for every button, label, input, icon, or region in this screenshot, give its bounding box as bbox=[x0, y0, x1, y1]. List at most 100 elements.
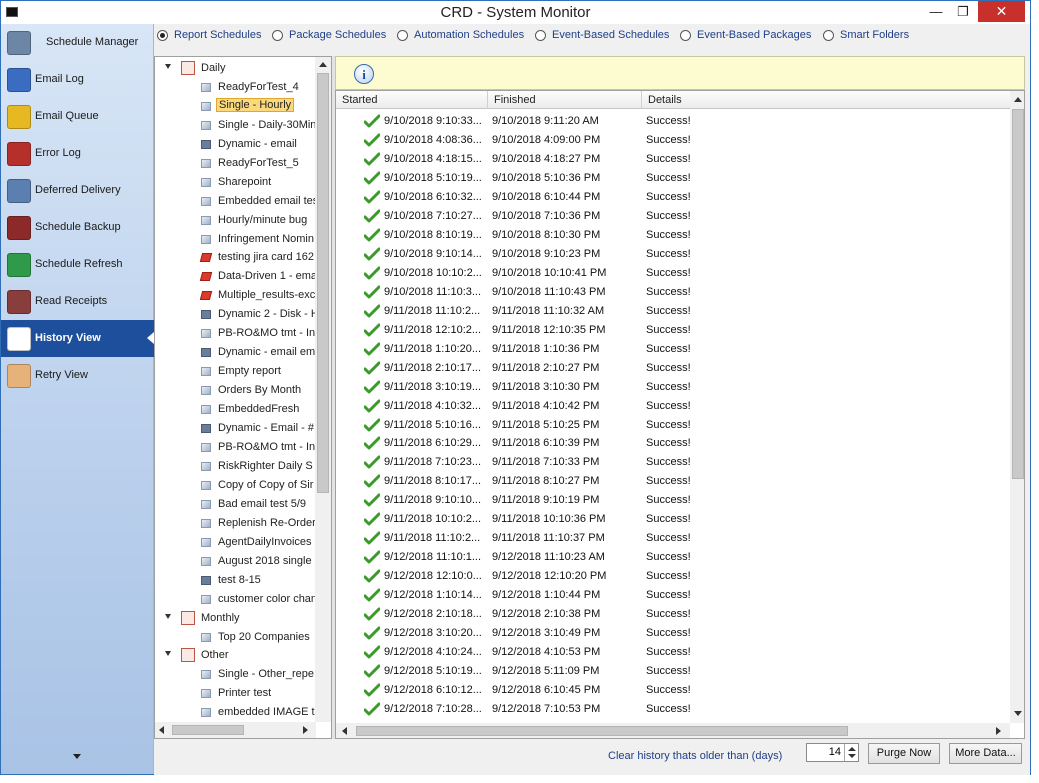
purge-now-button[interactable]: Purge Now bbox=[868, 743, 940, 764]
table-row[interactable]: 9/11/2018 6:10:29... 9/11/2018 6:10:39 PM… bbox=[336, 434, 1010, 453]
table-row[interactable]: 9/12/2018 5:10:19... 9/12/2018 5:11:09 PM… bbox=[336, 662, 1010, 681]
table-row[interactable]: 9/12/2018 4:10:24... 9/12/2018 4:10:53 PM… bbox=[336, 643, 1010, 662]
radio-button-icon[interactable] bbox=[397, 29, 408, 41]
table-row[interactable]: 9/10/2018 10:10:2... 9/10/2018 10:10:41 P… bbox=[336, 264, 1010, 283]
tree-item-schedule[interactable]: Orders By Month bbox=[201, 381, 331, 400]
tree-scroll-right-arrow[interactable] bbox=[303, 726, 308, 734]
table-row[interactable]: 9/11/2018 3:10:19... 9/11/2018 3:10:30 PM… bbox=[336, 378, 1010, 397]
tree-folder-other[interactable]: Other bbox=[165, 646, 325, 665]
table-row[interactable]: 9/12/2018 11:10:1... 9/12/2018 11:10:23 A… bbox=[336, 548, 1010, 567]
table-row[interactable]: 9/11/2018 8:10:17... 9/11/2018 8:10:27 PM… bbox=[336, 472, 1010, 491]
grid-scroll-right-arrow[interactable] bbox=[996, 727, 1001, 735]
sidebar-item-schedule-manager[interactable]: Schedule Manager bbox=[1, 24, 154, 61]
sidebar-item-retry-view[interactable]: Retry View bbox=[1, 357, 154, 394]
grid-scroll-up-arrow[interactable] bbox=[1014, 97, 1022, 102]
table-row[interactable]: 9/12/2018 12:10:0... 9/12/2018 12:10:20 P… bbox=[336, 567, 1010, 586]
tree-item-schedule[interactable]: Sharepoint bbox=[201, 173, 331, 192]
expand-arrow-icon[interactable] bbox=[165, 64, 171, 69]
tree-item-schedule[interactable]: EmbeddedFresh bbox=[201, 400, 331, 419]
tree-item-schedule[interactable]: Data-Driven 1 - ema bbox=[199, 267, 331, 286]
radio-event-based-packages[interactable]: Event-Based Packages bbox=[680, 29, 811, 41]
tree-item-schedule[interactable]: Copy of Copy of Sir bbox=[201, 476, 331, 495]
grid-horizontal-scroll-thumb[interactable] bbox=[356, 726, 848, 736]
tree-folder-monthly[interactable]: Monthly bbox=[165, 609, 325, 628]
tree-item-schedule[interactable]: Single - Daily-30Min bbox=[201, 116, 331, 135]
table-row[interactable]: 9/10/2018 7:10:27... 9/10/2018 7:10:36 PM… bbox=[336, 207, 1010, 226]
table-row[interactable]: 9/11/2018 7:10:23... 9/11/2018 7:10:33 PM… bbox=[336, 453, 1010, 472]
tree-scroll-up-arrow[interactable] bbox=[319, 62, 327, 67]
grid-vertical-scroll-thumb[interactable] bbox=[1012, 109, 1024, 479]
table-row[interactable]: 9/12/2018 2:10:18... 9/12/2018 2:10:38 PM… bbox=[336, 605, 1010, 624]
radio-automation-schedules[interactable]: Automation Schedules bbox=[397, 29, 524, 41]
sidebar-item-email-queue[interactable]: Email Queue bbox=[1, 98, 154, 135]
table-row[interactable]: 9/12/2018 7:10:28... 9/12/2018 7:10:53 PM… bbox=[336, 700, 1010, 719]
tree-item-schedule[interactable]: embedded IMAGE te bbox=[201, 703, 331, 722]
more-data-button[interactable]: More Data... bbox=[949, 743, 1022, 764]
close-button[interactable]: ✕ bbox=[978, 1, 1025, 22]
column-header-details[interactable]: Details bbox=[642, 91, 1010, 109]
tree-item-schedule[interactable]: Single - Other_repe bbox=[201, 665, 331, 684]
tree-item-schedule[interactable]: Dynamic 2 - Disk - H bbox=[201, 305, 331, 324]
info-icon[interactable]: i bbox=[354, 64, 374, 84]
table-row[interactable]: 9/11/2018 9:10:10... 9/11/2018 9:10:19 PM… bbox=[336, 491, 1010, 510]
sidebar-item-read-receipts[interactable]: Read Receipts bbox=[1, 283, 154, 320]
table-row[interactable]: 9/10/2018 4:08:36... 9/10/2018 4:09:00 PM… bbox=[336, 131, 1010, 150]
radio-smart-folders[interactable]: Smart Folders bbox=[823, 29, 909, 41]
sidebar-item-deferred-delivery[interactable]: Deferred Delivery bbox=[1, 172, 154, 209]
tree-item-schedule[interactable]: Hourly/minute bug bbox=[201, 211, 331, 230]
tree-horizontal-scroll-thumb[interactable] bbox=[172, 725, 244, 735]
tree-item-schedule[interactable]: Single - Hourly bbox=[201, 97, 331, 116]
table-row[interactable]: 9/10/2018 8:10:19... 9/10/2018 8:10:30 PM… bbox=[336, 226, 1010, 245]
tree-item-schedule[interactable]: Dynamic - email bbox=[201, 135, 331, 154]
sidebar-scroll-down-arrow[interactable] bbox=[73, 754, 81, 759]
column-header-started[interactable]: Started bbox=[336, 91, 488, 109]
radio-button-icon[interactable] bbox=[535, 29, 546, 41]
table-row[interactable]: 9/12/2018 6:10:12... 9/12/2018 6:10:45 PM… bbox=[336, 681, 1010, 700]
tree-item-schedule[interactable]: PB-RO&MO tmt - In bbox=[201, 438, 331, 457]
days-stepper[interactable] bbox=[844, 744, 858, 761]
radio-button-icon[interactable] bbox=[823, 29, 834, 41]
tree-scroll-left-arrow[interactable] bbox=[159, 726, 164, 734]
tree-item-schedule[interactable]: Dynamic - Email - # bbox=[201, 419, 331, 438]
expand-arrow-icon[interactable] bbox=[165, 614, 171, 619]
table-row[interactable]: 9/10/2018 6:10:32... 9/10/2018 6:10:44 PM… bbox=[336, 188, 1010, 207]
radio-event-based-schedules[interactable]: Event-Based Schedules bbox=[535, 29, 669, 41]
table-row[interactable]: 9/10/2018 4:18:15... 9/10/2018 4:18:27 PM… bbox=[336, 150, 1010, 169]
table-row[interactable]: 9/11/2018 5:10:16... 9/11/2018 5:10:25 PM… bbox=[336, 416, 1010, 435]
expand-arrow-icon[interactable] bbox=[165, 651, 171, 656]
column-header-finished[interactable]: Finished bbox=[488, 91, 642, 109]
radio-button-icon[interactable] bbox=[680, 29, 691, 41]
grid-horizontal-scrollbar[interactable] bbox=[336, 723, 1010, 738]
radio-button-icon[interactable] bbox=[157, 29, 168, 41]
tree-item-schedule[interactable]: ReadyForTest_5 bbox=[201, 154, 331, 173]
table-row[interactable]: 9/10/2018 9:10:33... 9/10/2018 9:11:20 AM… bbox=[336, 112, 1010, 131]
maximize-button[interactable]: ❐ bbox=[950, 1, 976, 22]
tree-item-schedule[interactable]: Replenish Re-Order bbox=[201, 514, 331, 533]
tree-item-schedule[interactable]: PB-RO&MO tmt - In bbox=[201, 324, 331, 343]
tree-item-schedule[interactable]: ReadyForTest_4 bbox=[201, 78, 331, 97]
tree-item-schedule[interactable]: Infringement Nomin bbox=[201, 230, 331, 249]
table-row[interactable]: 9/10/2018 9:10:14... 9/10/2018 9:10:23 PM… bbox=[336, 245, 1010, 264]
tree-item-schedule[interactable]: Empty report bbox=[201, 362, 331, 381]
radio-package-schedules[interactable]: Package Schedules bbox=[272, 29, 386, 41]
tree-item-schedule[interactable]: Multiple_results-exc bbox=[199, 286, 331, 305]
table-row[interactable]: 9/12/2018 3:10:20... 9/12/2018 3:10:49 PM… bbox=[336, 624, 1010, 643]
grid-vertical-scrollbar[interactable] bbox=[1010, 91, 1024, 723]
tree-item-schedule[interactable]: Bad email test 5/9 bbox=[201, 495, 331, 514]
tree-item-schedule[interactable]: August 2018 single bbox=[201, 552, 331, 571]
radio-button-icon[interactable] bbox=[272, 29, 283, 41]
sidebar-item-email-log[interactable]: Email Log bbox=[1, 61, 154, 98]
table-row[interactable]: 9/11/2018 10:10:2... 9/11/2018 10:10:36 P… bbox=[336, 510, 1010, 529]
tree-item-schedule[interactable]: test 8-15 bbox=[201, 571, 331, 590]
tree-vertical-scroll-thumb[interactable] bbox=[317, 73, 329, 493]
table-row[interactable]: 9/11/2018 1:10:20... 9/11/2018 1:10:36 PM… bbox=[336, 340, 1010, 359]
tree-item-schedule[interactable]: Printer test bbox=[201, 684, 331, 703]
sidebar-item-schedule-refresh[interactable]: Schedule Refresh bbox=[1, 246, 154, 283]
sidebar-item-error-log[interactable]: Error Log bbox=[1, 135, 154, 172]
tree-item-schedule[interactable]: Dynamic - email em bbox=[201, 343, 331, 362]
tree-item-schedule[interactable]: customer color chan bbox=[201, 590, 331, 609]
stepper-down-icon[interactable] bbox=[848, 754, 856, 758]
tree-item-schedule[interactable]: testing jira card 162 bbox=[199, 248, 331, 267]
grid-scroll-left-arrow[interactable] bbox=[342, 727, 347, 735]
table-row[interactable]: 9/11/2018 11:10:2... 9/11/2018 11:10:32 A… bbox=[336, 302, 1010, 321]
